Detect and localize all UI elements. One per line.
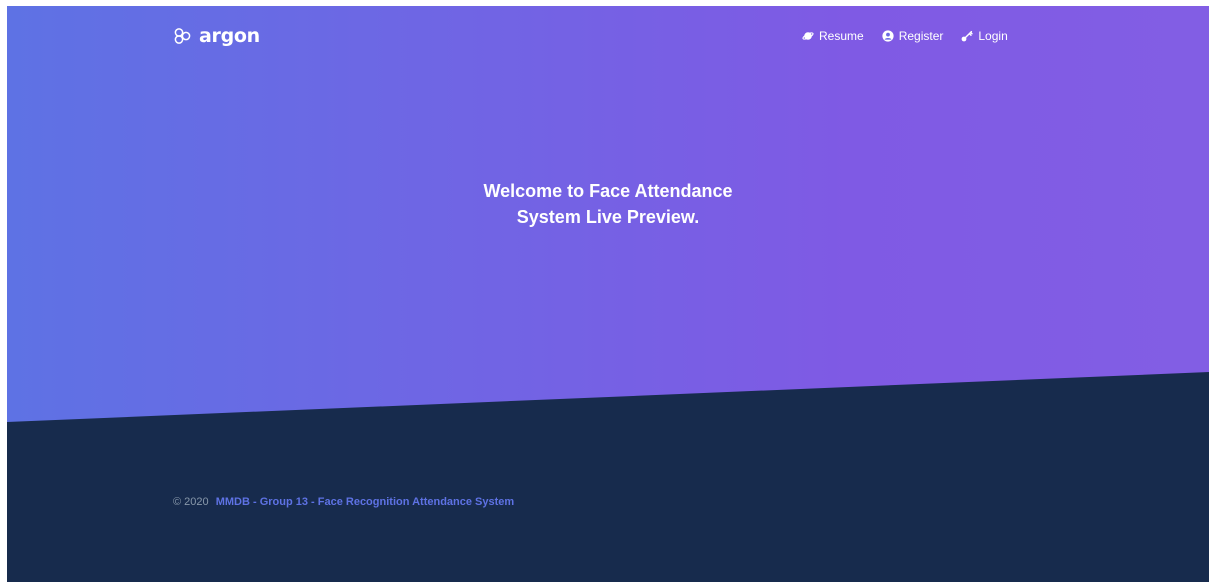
footer-project-link[interactable]: MMDB - Group 13 - Face Recognition Atten…	[216, 496, 514, 508]
footer: © 2020 MMDB - Group 13 - Face Recognitio…	[173, 495, 514, 509]
navbar: argon Resume Register Login	[7, 6, 1209, 66]
brand-name: argon	[199, 25, 260, 47]
hero-title: Welcome to Face Attendance System Live P…	[408, 178, 808, 230]
nav-links: Resume Register Login	[802, 28, 1026, 44]
hero-title-line-1: Welcome to Face Attendance	[483, 181, 733, 201]
nav-item-label: Resume	[819, 29, 864, 43]
planet-icon	[802, 32, 814, 40]
nav-item-label: Login	[978, 29, 1008, 43]
brand-link[interactable]: argon	[173, 25, 260, 47]
key-icon	[961, 30, 974, 42]
nav-item-register[interactable]: Register	[882, 28, 944, 44]
footer-copyright: © 2020	[173, 496, 209, 508]
nav-item-resume[interactable]: Resume	[802, 28, 864, 44]
argon-logo-icon	[174, 28, 191, 44]
nav-item-label: Register	[898, 29, 944, 43]
nav-item-login[interactable]: Login	[961, 28, 1008, 44]
hero-title-line-2: System Live Preview.	[516, 207, 700, 227]
user-circle-icon	[882, 30, 894, 42]
page: argon Resume Register Login Welcome to F…	[7, 6, 1209, 582]
